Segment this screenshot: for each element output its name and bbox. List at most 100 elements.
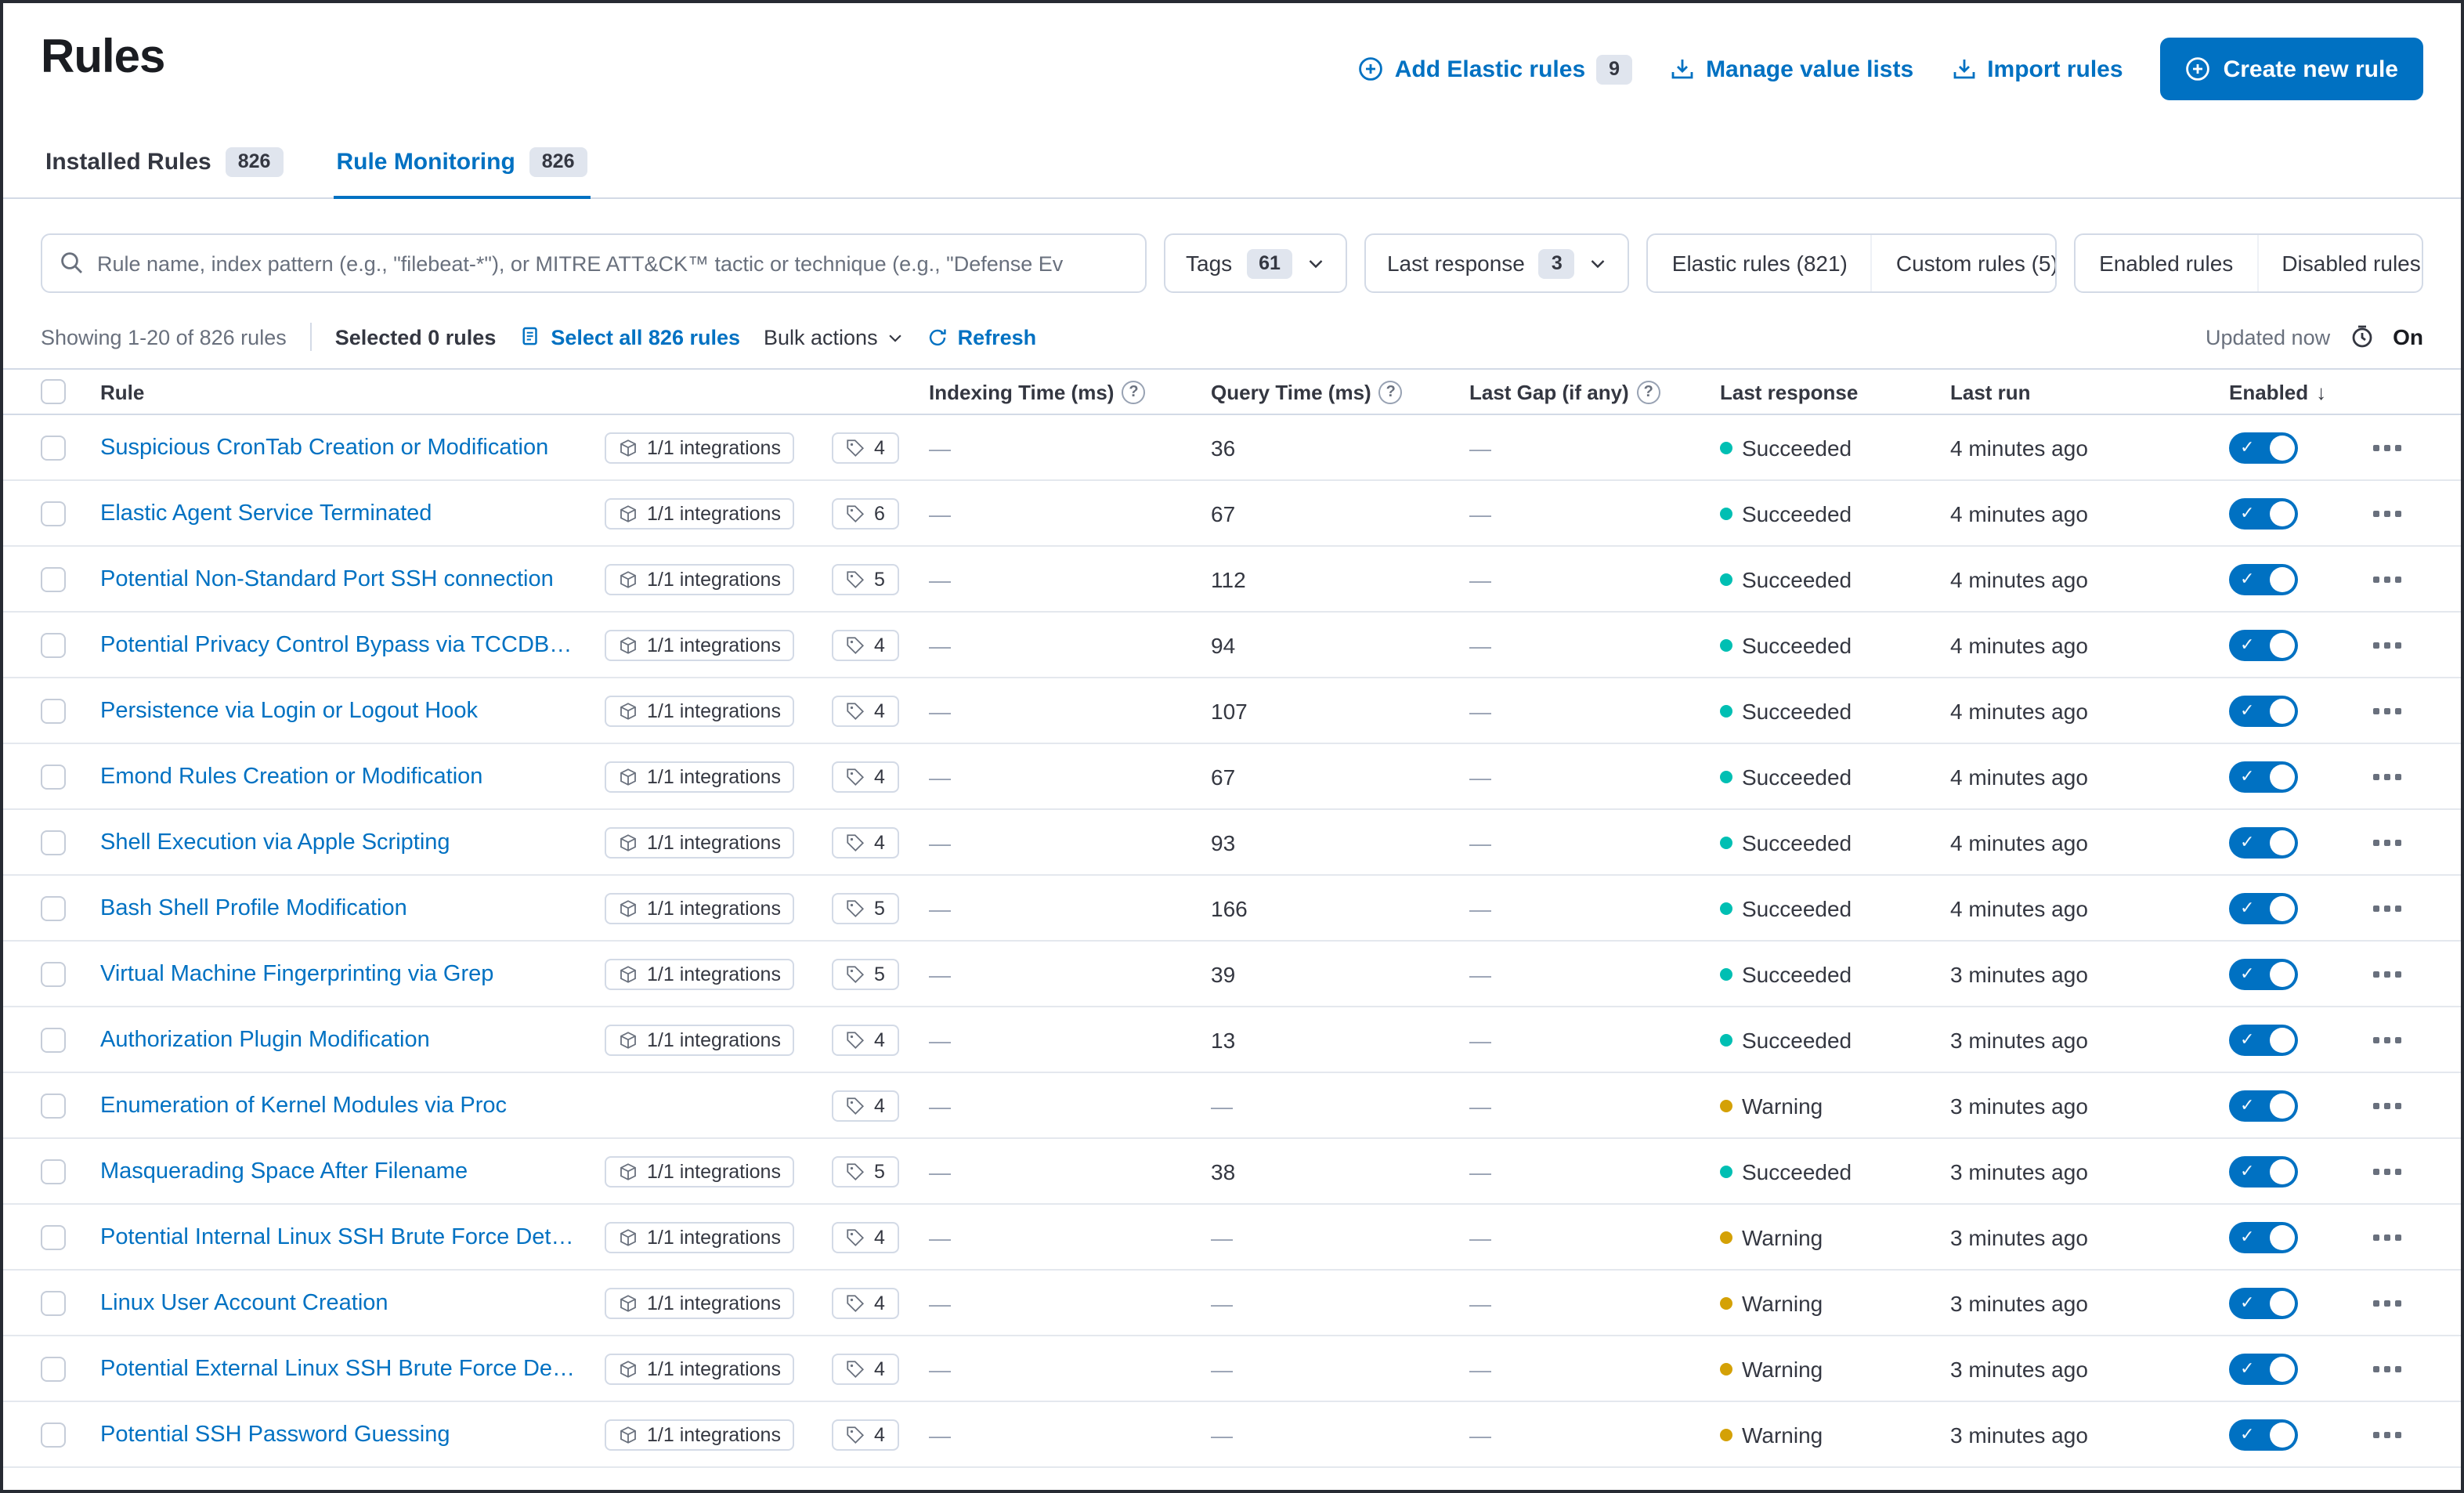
rule-name-link[interactable]: Linux User Account Creation xyxy=(100,1290,388,1315)
rule-name-link[interactable]: Suspicious CronTab Creation or Modificat… xyxy=(100,435,548,460)
enabled-toggle[interactable] xyxy=(2229,1287,2298,1318)
integrations-badge[interactable]: 1/1 integrations xyxy=(605,1353,795,1384)
row-actions-button[interactable] xyxy=(2367,1162,2408,1180)
integrations-badge[interactable]: 1/1 integrations xyxy=(605,958,795,989)
tab-installed-rules[interactable]: Installed Rules 826 xyxy=(42,138,286,197)
select-all-checkbox[interactable] xyxy=(41,379,66,404)
create-new-rule-button[interactable]: Create new rule xyxy=(2160,38,2423,100)
column-query-time[interactable]: Query Time (ms) xyxy=(1211,380,1371,403)
tab-rule-monitoring[interactable]: Rule Monitoring 826 xyxy=(333,138,591,199)
search-input[interactable] xyxy=(97,251,1128,275)
integrations-badge[interactable]: 1/1 integrations xyxy=(605,629,795,660)
tags-badge[interactable]: 4 xyxy=(832,1221,899,1253)
integrations-badge[interactable]: 1/1 integrations xyxy=(605,1419,795,1450)
enabled-toggle[interactable] xyxy=(2229,629,2298,660)
tags-filter-button[interactable]: Tags 61 xyxy=(1164,233,1348,293)
integrations-badge[interactable]: 1/1 integrations xyxy=(605,826,795,858)
row-actions-button[interactable] xyxy=(2367,701,2408,720)
row-checkbox[interactable] xyxy=(41,764,66,789)
integrations-badge[interactable]: 1/1 integrations xyxy=(605,761,795,792)
row-actions-button[interactable] xyxy=(2367,1096,2408,1115)
manage-value-lists-button[interactable]: Manage value lists xyxy=(1670,56,1913,82)
enabled-toggle[interactable] xyxy=(2229,1353,2298,1384)
row-actions-button[interactable] xyxy=(2367,504,2408,522)
enabled-toggle[interactable] xyxy=(2229,1090,2298,1121)
row-actions-button[interactable] xyxy=(2367,1293,2408,1312)
row-actions-button[interactable] xyxy=(2367,1425,2408,1444)
enabled-toggle[interactable] xyxy=(2229,497,2298,529)
auto-refresh-icon[interactable] xyxy=(2349,324,2374,349)
bulk-actions-button[interactable]: Bulk actions xyxy=(764,325,905,349)
row-checkbox[interactable] xyxy=(41,961,66,986)
help-icon[interactable]: ? xyxy=(1636,380,1660,403)
integrations-badge[interactable]: 1/1 integrations xyxy=(605,892,795,924)
help-icon[interactable]: ? xyxy=(1122,380,1146,403)
rule-name-link[interactable]: Elastic Agent Service Terminated xyxy=(100,501,432,526)
integrations-badge[interactable]: 1/1 integrations xyxy=(605,1155,795,1187)
column-last-run[interactable]: Last run xyxy=(1950,380,2031,403)
last-response-filter-button[interactable]: Last response 3 xyxy=(1364,233,1630,293)
row-checkbox[interactable] xyxy=(41,632,66,657)
rule-name-link[interactable]: Emond Rules Creation or Modification xyxy=(100,764,482,789)
enabled-toggle[interactable] xyxy=(2229,563,2298,595)
rule-name-link[interactable]: Enumeration of Kernel Modules via Proc xyxy=(100,1093,507,1118)
row-checkbox[interactable] xyxy=(41,698,66,723)
row-actions-button[interactable] xyxy=(2367,898,2408,917)
tags-badge[interactable]: 4 xyxy=(832,695,899,726)
disabled-rules-filter[interactable]: Disabled rules xyxy=(2256,235,2422,291)
integrations-badge[interactable]: 1/1 integrations xyxy=(605,563,795,595)
elastic-rules-filter[interactable]: Elastic rules (821) xyxy=(1649,235,1871,291)
row-checkbox[interactable] xyxy=(41,830,66,855)
enabled-toggle[interactable] xyxy=(2229,958,2298,989)
enabled-toggle[interactable] xyxy=(2229,892,2298,924)
integrations-badge[interactable]: 1/1 integrations xyxy=(605,695,795,726)
column-last-gap[interactable]: Last Gap (if any) xyxy=(1469,380,1629,403)
enabled-rules-filter[interactable]: Enabled rules xyxy=(2076,235,2256,291)
help-icon[interactable]: ? xyxy=(1378,380,1403,403)
select-all-rules-button[interactable]: Select all 826 rules xyxy=(519,325,740,349)
rule-name-link[interactable]: Potential Non-Standard Port SSH connecti… xyxy=(100,566,554,591)
row-actions-button[interactable] xyxy=(2367,964,2408,983)
row-actions-button[interactable] xyxy=(2367,1227,2408,1246)
row-checkbox[interactable] xyxy=(41,1159,66,1184)
tags-badge[interactable]: 4 xyxy=(832,1024,899,1055)
row-checkbox[interactable] xyxy=(41,1356,66,1381)
row-checkbox[interactable] xyxy=(41,895,66,920)
rule-name-link[interactable]: Potential SSH Password Guessing xyxy=(100,1422,450,1447)
tags-badge[interactable]: 4 xyxy=(832,629,899,660)
row-actions-button[interactable] xyxy=(2367,1030,2408,1049)
rule-name-link[interactable]: Authorization Plugin Modification xyxy=(100,1027,430,1052)
enabled-toggle[interactable] xyxy=(2229,1419,2298,1450)
enabled-toggle[interactable] xyxy=(2229,826,2298,858)
row-checkbox[interactable] xyxy=(41,501,66,526)
enabled-toggle[interactable] xyxy=(2229,1024,2298,1055)
integrations-badge[interactable]: 1/1 integrations xyxy=(605,432,795,463)
tags-badge[interactable]: 4 xyxy=(832,1419,899,1450)
rule-name-link[interactable]: Potential External Linux SSH Brute Force… xyxy=(100,1356,575,1381)
rule-name-link[interactable]: Masquerading Space After Filename xyxy=(100,1159,468,1184)
row-actions-button[interactable] xyxy=(2367,833,2408,851)
tags-badge[interactable]: 5 xyxy=(832,1155,899,1187)
integrations-badge[interactable]: 1/1 integrations xyxy=(605,1024,795,1055)
tags-badge[interactable]: 4 xyxy=(832,1353,899,1384)
row-checkbox[interactable] xyxy=(41,1224,66,1249)
row-checkbox[interactable] xyxy=(41,435,66,460)
row-actions-button[interactable] xyxy=(2367,569,2408,588)
rule-name-link[interactable]: Persistence via Login or Logout Hook xyxy=(100,698,478,723)
refresh-button[interactable]: Refresh xyxy=(928,325,1036,349)
row-actions-button[interactable] xyxy=(2367,767,2408,786)
enabled-toggle[interactable] xyxy=(2229,761,2298,792)
row-checkbox[interactable] xyxy=(41,1422,66,1447)
column-indexing-time[interactable]: Indexing Time (ms) xyxy=(929,380,1114,403)
rule-name-link[interactable]: Potential Internal Linux SSH Brute Force… xyxy=(100,1224,573,1249)
column-last-response[interactable]: Last response xyxy=(1720,380,1858,403)
tags-badge[interactable]: 4 xyxy=(832,1287,899,1318)
rule-name-link[interactable]: Virtual Machine Fingerprinting via Grep xyxy=(100,961,493,986)
tags-badge[interactable]: 5 xyxy=(832,563,899,595)
tags-badge[interactable]: 4 xyxy=(832,761,899,792)
column-enabled[interactable]: Enabled xyxy=(2229,380,2308,403)
integrations-badge[interactable]: 1/1 integrations xyxy=(605,1287,795,1318)
enabled-toggle[interactable] xyxy=(2229,1155,2298,1187)
import-rules-button[interactable]: Import rules xyxy=(1951,56,2123,82)
rule-name-link[interactable]: Potential Privacy Control Bypass via TCC… xyxy=(100,632,572,657)
